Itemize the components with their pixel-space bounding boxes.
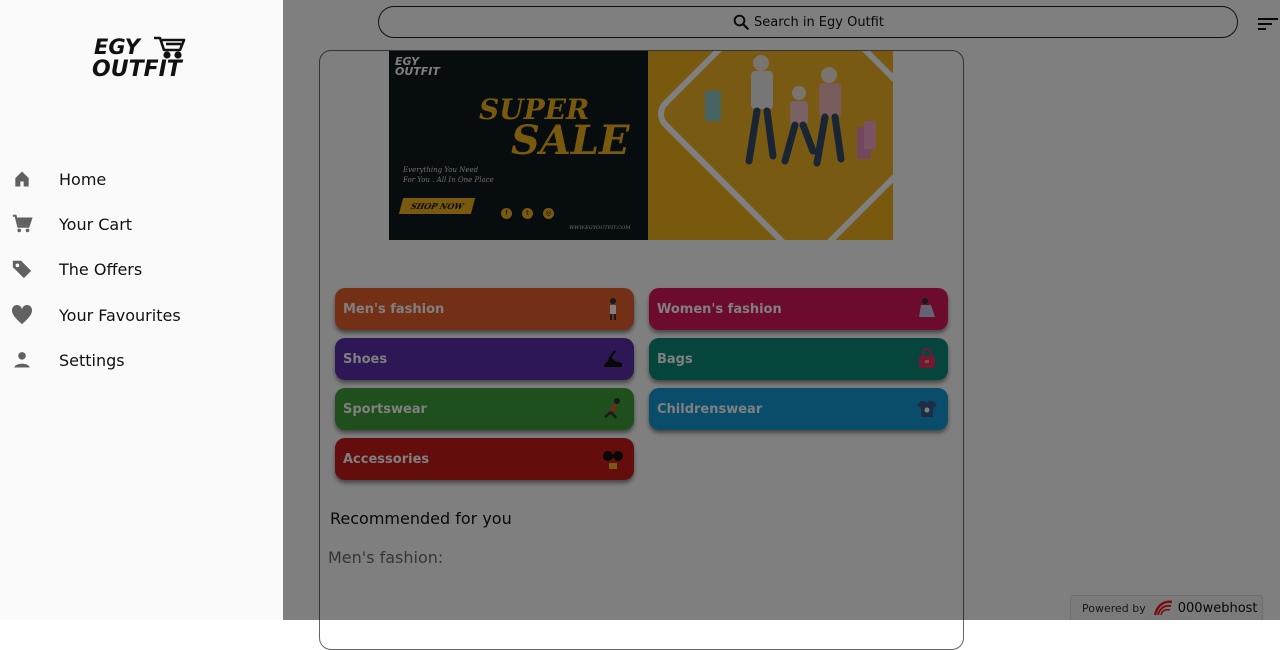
- nav-label: Settings: [59, 350, 125, 370]
- person-icon: [11, 349, 33, 371]
- nav-label: Home: [59, 169, 107, 189]
- nav-item-cart[interactable]: Your Cart: [0, 204, 283, 244]
- svg-text:OUTFIT: OUTFIT: [92, 57, 184, 78]
- nav-item-home[interactable]: Home: [0, 159, 283, 199]
- cart-icon: [11, 213, 33, 235]
- heart-icon: [11, 304, 33, 326]
- tag-icon: [11, 258, 33, 280]
- navigation-drawer: EGY OUTFIT Home Your Cart The Offers You…: [0, 0, 283, 620]
- nav-label: Your Favourites: [59, 305, 181, 325]
- nav-item-favourites[interactable]: Your Favourites: [0, 295, 283, 335]
- nav-item-offers[interactable]: The Offers: [0, 249, 283, 289]
- nav-item-settings[interactable]: Settings: [0, 340, 283, 380]
- svg-text:EGY: EGY: [94, 35, 142, 59]
- nav-label: Your Cart: [59, 214, 133, 234]
- home-icon: [11, 168, 33, 190]
- egy-outfit-logo[interactable]: EGY OUTFIT: [92, 34, 188, 78]
- nav-label: The Offers: [59, 259, 143, 279]
